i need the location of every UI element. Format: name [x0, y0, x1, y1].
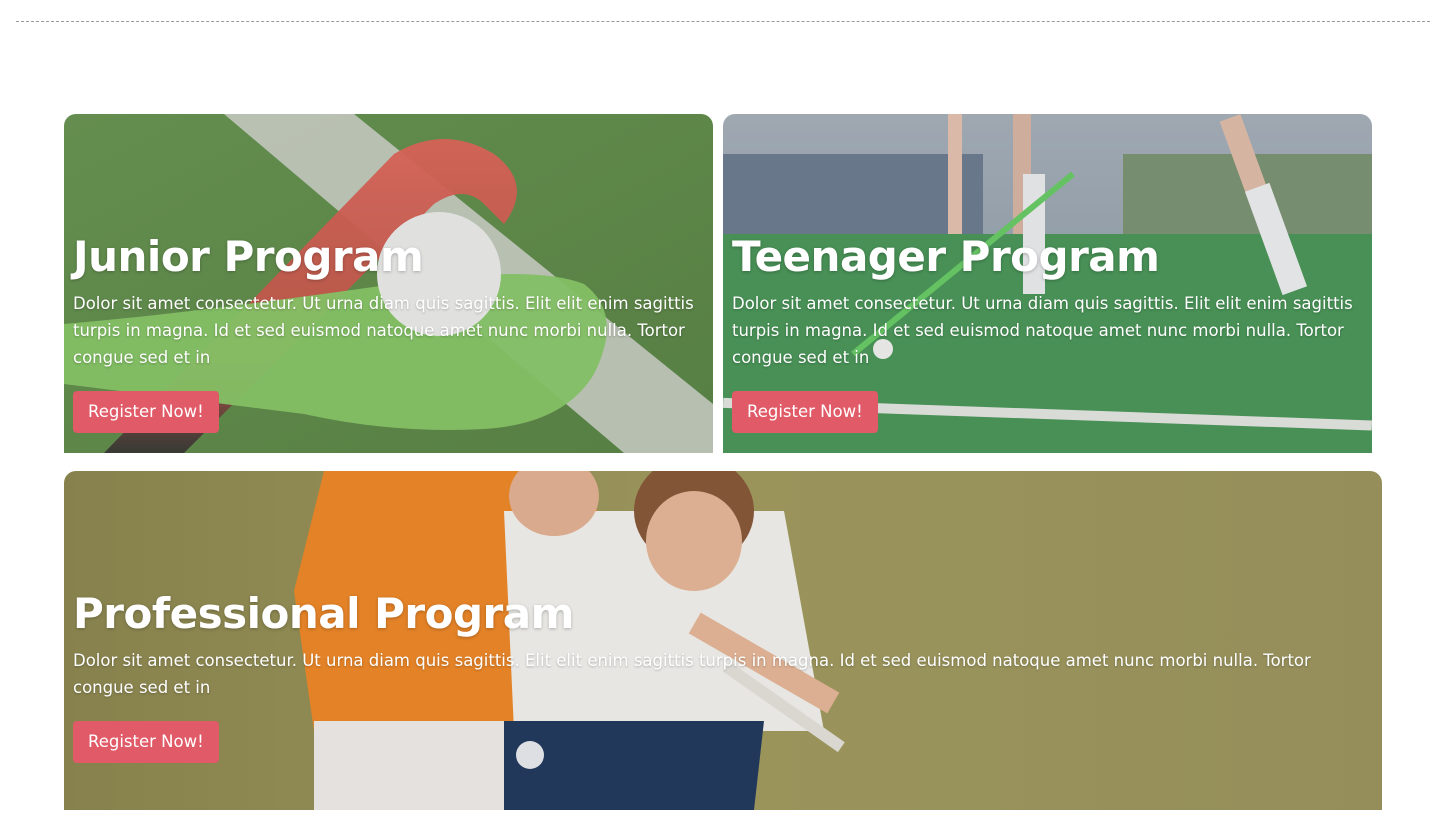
program-card-junior: Junior Program Dolor sit amet consectetu…: [64, 114, 713, 453]
program-card-teenager: Teenager Program Dolor sit amet consecte…: [723, 114, 1372, 453]
card-title: Professional Program: [73, 589, 574, 638]
section-divider: [16, 21, 1430, 22]
card-description: Dolor sit amet consectetur. Ut urna diam…: [73, 651, 1311, 697]
card-title: Junior Program: [73, 232, 424, 281]
register-button-teenager[interactable]: Register Now!: [732, 391, 878, 433]
page: Junior Program Dolor sit amet consectetu…: [0, 0, 1443, 839]
card-content: Teenager Program Dolor sit amet consecte…: [732, 228, 1358, 433]
card-content: Junior Program Dolor sit amet consectetu…: [73, 228, 699, 433]
card-title: Teenager Program: [732, 232, 1160, 281]
card-content: Professional Program Dolor sit amet cons…: [73, 585, 1368, 763]
register-button-junior[interactable]: Register Now!: [73, 391, 219, 433]
card-description: Dolor sit amet consectetur. Ut urna diam…: [732, 294, 1353, 367]
card-description: Dolor sit amet consectetur. Ut urna diam…: [73, 294, 694, 367]
program-card-professional: Professional Program Dolor sit amet cons…: [64, 471, 1382, 810]
register-button-professional[interactable]: Register Now!: [73, 721, 219, 763]
